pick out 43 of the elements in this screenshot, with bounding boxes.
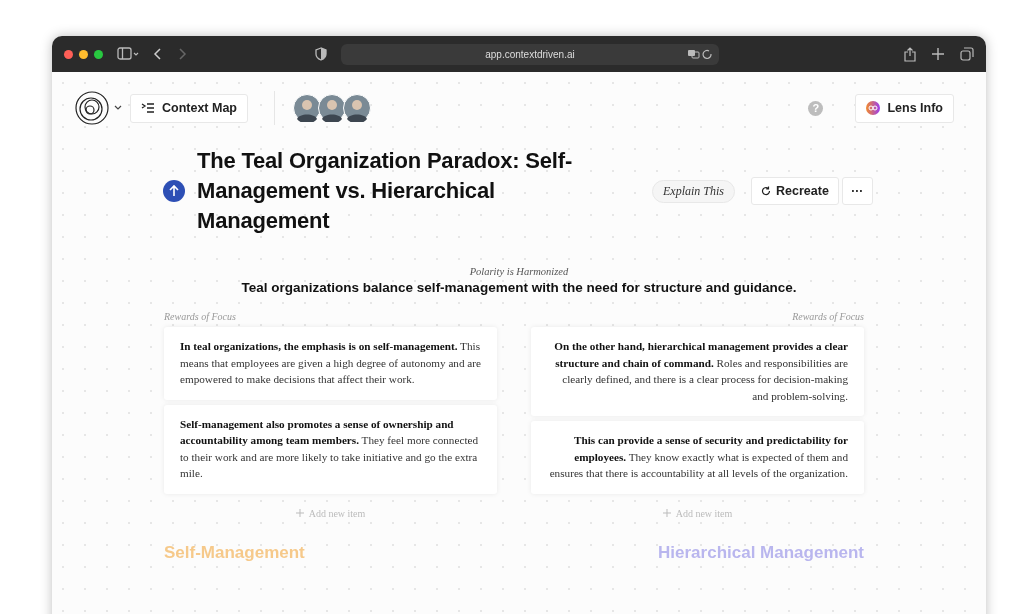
plus-icon [662, 509, 671, 517]
close-icon[interactable] [64, 49, 73, 59]
item-text: Self-management also promotes a sense of ownership and accountability among team members. They feel more connected to their work and are more likely to take initiative and go the extra mile. [180, 417, 479, 479]
address-bar[interactable]: app.contextdriven.ai [341, 43, 719, 65]
back-icon[interactable] [153, 47, 163, 61]
translate-reload-icon[interactable] [687, 47, 713, 60]
forward-icon[interactable] [177, 47, 187, 61]
item-text: On the other hand, hierarchical management provides a clear structure and chain of command. Roles and responsibilities are clearly defined, and there is a clear process for decision-making and problem-solving. [554, 340, 848, 402]
pole-label: Hierarchical Management [657, 542, 864, 563]
avatar[interactable] [293, 94, 321, 122]
item-card[interactable]: This can provide a sense of security and predictability for employees. They know exactly what is expected of them and ensures that there is accountability at all levels of the organization. [531, 421, 864, 494]
avatar[interactable] [343, 94, 371, 122]
explain-button[interactable]: Explain This [652, 179, 735, 203]
page-title: The Teal Organization Paradox: Self-Management vs. Hierarchical Management [197, 147, 574, 235]
outline-icon [141, 103, 155, 113]
sidebar-icon[interactable] [117, 47, 139, 61]
chevron-down-icon[interactable] [114, 105, 122, 111]
avatar[interactable] [318, 94, 346, 122]
lens-info-button[interactable]: Lens Info [855, 93, 954, 123]
context-map-button[interactable]: Context Map [130, 93, 248, 123]
refresh-icon [761, 186, 771, 196]
arrow-up-icon[interactable] [163, 180, 185, 202]
item-text: This can provide a sense of security and predictability for employees. They know exactly what is expected of them and ensures that there is accountability at all levels of the organization. [549, 434, 848, 479]
item-card[interactable]: In teal organizations, the emphasis is on self-management. This means that employees are given a high degree of autonomy and are empowered to make decisions that affect their work. [164, 327, 497, 400]
tabs-overview-icon[interactable] [960, 47, 974, 61]
maximize-icon[interactable] [94, 49, 103, 59]
minimize-icon[interactable] [79, 49, 88, 59]
recreate-button[interactable]: Recreate [751, 177, 839, 205]
item-text: In teal organizations, the emphasis is on self-management. This means that employees are given a high degree of autonomy and are empowered to make decisions that affect their work. [180, 340, 481, 385]
more-button[interactable]: ··· [841, 177, 873, 205]
item-card[interactable]: Self-management also promotes a sense of ownership and accountability among team members. They feel more connected to their work and are more likely to take initiative and go the extra mile. [164, 404, 497, 494]
item-card[interactable] [531, 327, 864, 416]
lens-icon [866, 101, 881, 115]
share-icon[interactable] [904, 46, 916, 62]
plus-icon [295, 509, 304, 517]
shield-icon[interactable] [315, 47, 327, 61]
column-heading: Rewards of Focus [791, 311, 864, 322]
summary-text: Teal organizations balance self-management with the need for structure and guidance. [240, 280, 798, 295]
polarity-status: Polarity is Harmonized [468, 266, 570, 277]
pole-label: Self-Management [164, 542, 306, 563]
new-tab-icon[interactable] [932, 48, 944, 60]
column-heading: Rewards of Focus [164, 311, 237, 322]
logo-icon[interactable] [74, 90, 110, 126]
